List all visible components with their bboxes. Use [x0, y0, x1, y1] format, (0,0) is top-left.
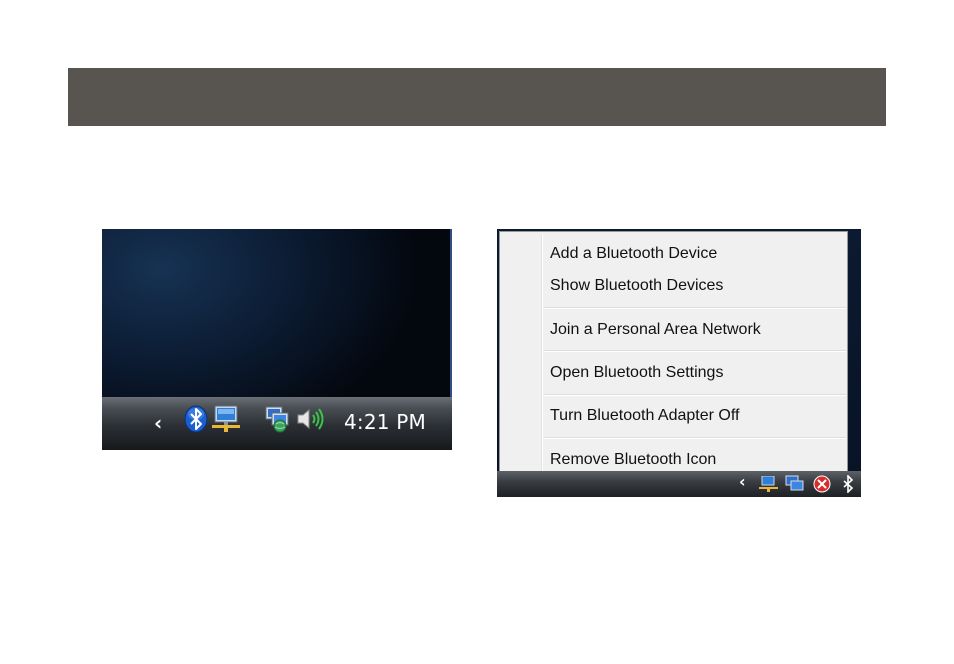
clock[interactable]: 4:21 PM — [344, 410, 426, 434]
taskbar: ‹ — [497, 471, 861, 497]
bluetooth-icon[interactable] — [841, 475, 855, 493]
header-banner — [68, 68, 886, 126]
volume-icon[interactable] — [296, 407, 326, 431]
menu-item-remove-icon[interactable]: Remove Bluetooth Icon — [550, 450, 716, 470]
context-menu-screenshot: Add a Bluetooth Device Show Bluetooth De… — [497, 229, 861, 497]
network-icon[interactable] — [759, 476, 779, 494]
menu-item-show-devices[interactable]: Show Bluetooth Devices — [550, 276, 723, 296]
menu-separator — [544, 437, 846, 439]
menu-item-join-pan[interactable]: Join a Personal Area Network — [550, 320, 761, 340]
network-status-icon[interactable] — [264, 405, 292, 433]
network-icon[interactable] — [212, 404, 242, 434]
taskbar: ‹ 4:21 PM — [102, 397, 452, 450]
menu-separator — [544, 350, 846, 352]
menu-item-turn-adapter-off[interactable]: Turn Bluetooth Adapter Off — [550, 406, 739, 426]
bluetooth-context-menu: Add a Bluetooth Device Show Bluetooth De… — [499, 231, 848, 475]
menu-item-open-settings[interactable]: Open Bluetooth Settings — [550, 363, 723, 383]
menu-item-add-device[interactable]: Add a Bluetooth Device — [550, 244, 717, 264]
network-status-icon[interactable] — [785, 475, 805, 493]
menu-separator — [544, 307, 846, 309]
menu-separator — [544, 394, 846, 396]
security-alert-icon[interactable] — [813, 475, 831, 493]
desktop-screenshot: ‹ 4:21 PM — [102, 229, 452, 450]
chevron-left-icon[interactable]: ‹ — [739, 474, 746, 490]
menu-gutter — [541, 234, 543, 472]
window-edge — [450, 229, 452, 397]
bluetooth-icon[interactable] — [184, 405, 208, 433]
chevron-left-icon[interactable]: ‹ — [154, 413, 162, 433]
